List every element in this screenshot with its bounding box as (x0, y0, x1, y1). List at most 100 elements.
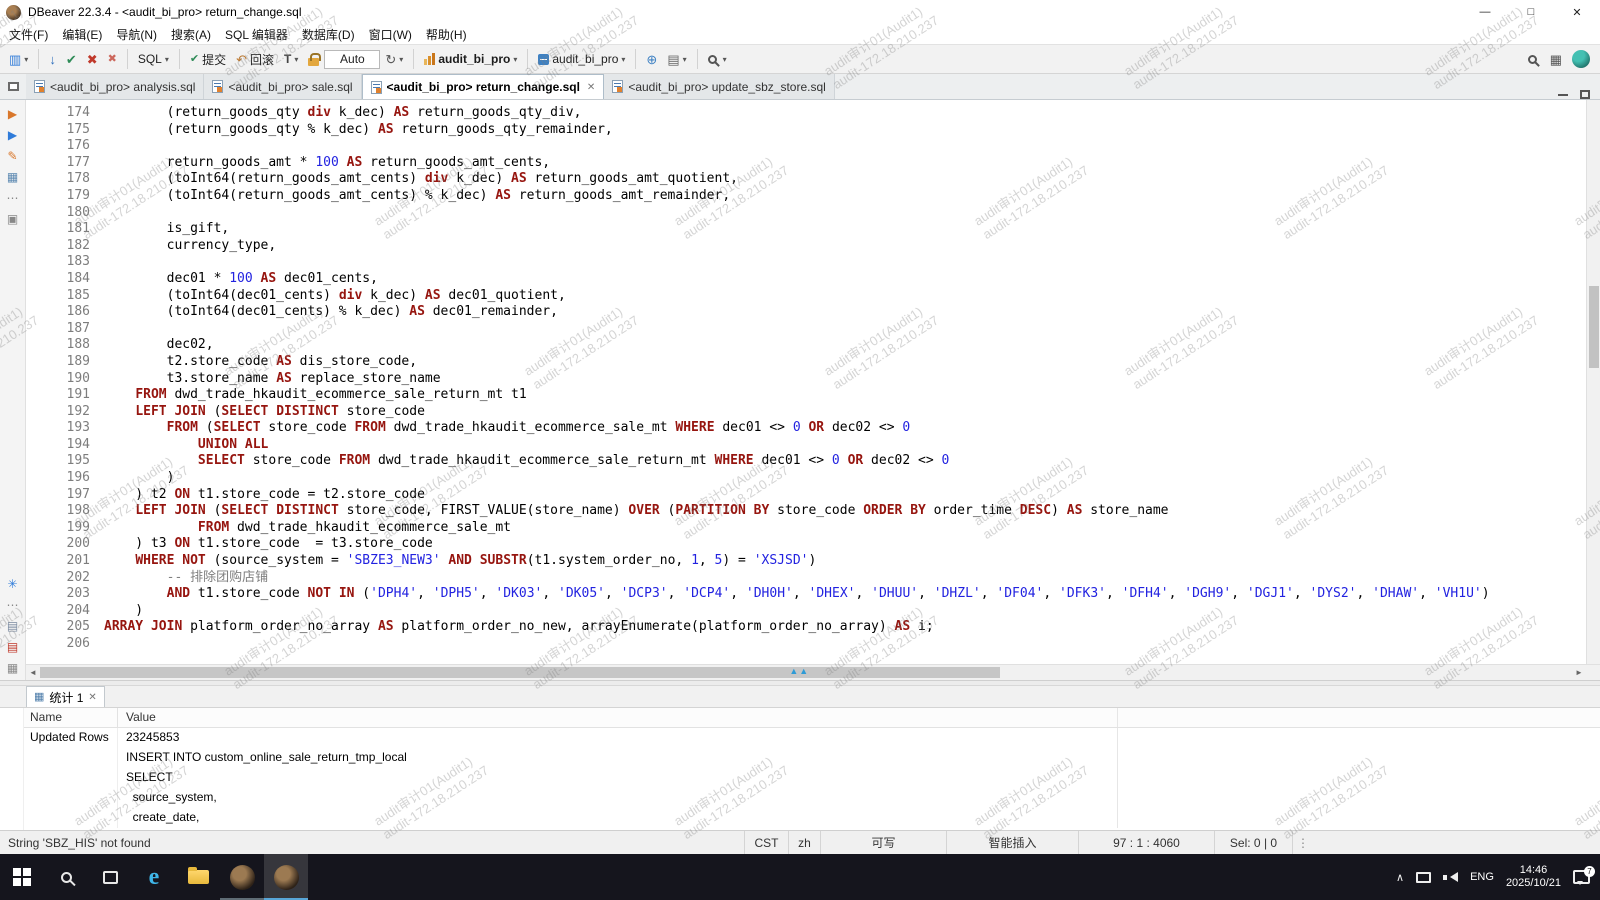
scroll-left-icon[interactable]: ◄ (26, 665, 40, 680)
horizontal-scrollbar[interactable]: ◄ ▲▲ ► (26, 664, 1600, 680)
notification-center-icon[interactable]: 7 (1573, 870, 1590, 884)
code-line[interactable]: 184 dec01 * 100 AS dec01_cents, (26, 271, 1600, 288)
status-selection[interactable]: Sel: 0 | 0 (1214, 831, 1292, 854)
code-line[interactable]: 179 (toInt64(return_goods_amt_cents) % k… (26, 188, 1600, 205)
code-line[interactable]: 205ARRAY JOIN platform_order_no_array AS… (26, 619, 1600, 636)
code-line[interactable]: 202 -- 排除团购店铺 (26, 570, 1600, 587)
code-line[interactable]: 201 WHERE NOT (source_system = 'SBZE3_NE… (26, 553, 1600, 570)
stats-column-name[interactable]: Name (24, 708, 118, 727)
minimize-button[interactable]: — (1462, 0, 1508, 24)
code-line[interactable]: 200 ) t3 ON t1.store_code = t3.store_cod… (26, 536, 1600, 553)
quick-search-icon[interactable] (1528, 55, 1537, 64)
vertical-scrollbar[interactable] (1586, 100, 1600, 664)
more-dots-icon[interactable]: ⋯ (7, 599, 19, 611)
file-explorer-button[interactable] (176, 854, 220, 900)
code-line[interactable]: 194 UNION ALL (26, 437, 1600, 454)
editor-tab-4[interactable]: <audit_bi_pro> update_sbz_store.sql (604, 74, 834, 99)
code-line[interactable]: 191 FROM dwd_trade_hkaudit_ecommerce_sal… (26, 387, 1600, 404)
execute-check-button[interactable]: ✔ (62, 51, 81, 68)
export-button[interactable]: ▤ ▾ (663, 51, 690, 68)
editor-tab-1[interactable]: <audit_bi_pro> analysis.sql (26, 74, 204, 99)
code-line[interactable]: 188 dec02, (26, 337, 1600, 354)
start-button[interactable] (0, 854, 44, 900)
code-line[interactable]: 195 SELECT store_code FROM dwd_trade_hka… (26, 453, 1600, 470)
cancel-all-button[interactable]: ✖ (104, 51, 121, 68)
stats-row-5[interactable]: create_date, (24, 808, 1600, 828)
run-statement-icon[interactable]: ▶ (8, 129, 17, 141)
status-insert-mode[interactable]: 智能插入 (946, 831, 1078, 854)
dbeaver-taskbar-button-2[interactable] (264, 854, 308, 900)
code-line[interactable]: 186 (toInt64(dec01_cents) % k_dec) AS de… (26, 304, 1600, 321)
scroll-markers-icon[interactable]: ▲▲ (789, 666, 809, 676)
code-line[interactable]: 174 (return_goods_qty div k_dec) AS retu… (26, 105, 1600, 122)
editor-tab-2[interactable]: <audit_bi_pro> sale.sql (204, 74, 361, 99)
taskbar-search-button[interactable] (44, 854, 88, 900)
navigate-button[interactable]: ⊕ (642, 51, 661, 68)
grid-icon[interactable]: ▦ (7, 662, 18, 674)
code-line[interactable]: 181 is_gift, (26, 221, 1600, 238)
code-line[interactable]: 192 LEFT JOIN (SELECT DISTINCT store_cod… (26, 404, 1600, 421)
transaction-mode-button[interactable]: T ▾ (280, 50, 302, 68)
code-line[interactable]: 182 currency_type, (26, 238, 1600, 255)
code-line[interactable]: 180 (26, 205, 1600, 222)
code-line[interactable]: 176 (26, 138, 1600, 155)
dbeaver-app-icon[interactable] (6, 5, 21, 20)
edit-sql-icon[interactable]: ✎ (7, 150, 17, 162)
run-script-icon[interactable]: ▶ (8, 108, 17, 120)
document-icon[interactable]: ▤ (7, 620, 18, 632)
new-sql-editor-button[interactable]: ▥ ▾ (5, 51, 32, 68)
code-line[interactable]: 185 (toInt64(dec01_cents) div k_dec) AS … (26, 288, 1600, 305)
document-error-icon[interactable]: ▤ (7, 641, 18, 653)
cancel-execution-button[interactable]: ✖ (83, 51, 102, 68)
maximize-button[interactable]: □ (1508, 0, 1554, 24)
horizontal-scroll-thumb[interactable] (40, 667, 1000, 678)
tab-close-icon[interactable]: ✕ (587, 82, 595, 93)
tray-expand-icon[interactable]: ∧ (1396, 871, 1404, 884)
menu-item-3[interactable]: 导航(N) (109, 25, 164, 44)
code-line[interactable]: 204 ) (26, 603, 1600, 620)
minimize-view-icon[interactable] (1558, 94, 1568, 96)
rollback-button[interactable]: ↶ 回滚 (232, 49, 278, 70)
result-grid-icon[interactable]: ▦ (7, 171, 18, 183)
stats-column-value[interactable]: Value (118, 708, 1118, 727)
vertical-scroll-thumb[interactable] (1589, 286, 1599, 368)
code-line[interactable]: 183 (26, 254, 1600, 271)
code-line[interactable]: 206 (26, 636, 1600, 653)
dbeaver-taskbar-button-1[interactable] (220, 854, 264, 900)
fetch-next-button[interactable]: ↓ (45, 51, 60, 68)
menu-item-5[interactable]: SQL 编辑器 (218, 25, 295, 44)
status-language[interactable]: zh (788, 831, 820, 854)
stats-row-4[interactable]: source_system, (24, 788, 1600, 808)
menu-item-4[interactable]: 搜索(A) (164, 25, 218, 44)
panel-icon[interactable]: ▣ (7, 213, 18, 225)
task-view-button[interactable] (88, 854, 132, 900)
taskbar-clock[interactable]: 14:46 2025/10/21 (1506, 864, 1561, 890)
code-line[interactable]: 189 t2.store_code AS dis_store_code, (26, 354, 1600, 371)
perspective-icon[interactable]: ▦ (1550, 53, 1562, 66)
code-line[interactable]: 187 (26, 321, 1600, 338)
maximize-view-icon[interactable] (1580, 90, 1590, 99)
volume-icon[interactable] (1443, 871, 1458, 884)
restore-panel-button[interactable] (0, 74, 26, 99)
menu-item-2[interactable]: 编辑(E) (55, 25, 109, 44)
stats-row-1[interactable]: Updated Rows23245853 (24, 728, 1600, 748)
settings-icon[interactable]: ✳ (7, 578, 17, 590)
user-avatar[interactable] (1572, 50, 1590, 68)
menu-item-7[interactable]: 窗口(W) (362, 25, 419, 44)
lock-button[interactable] (304, 51, 323, 68)
editor-tab-3[interactable]: <audit_bi_pro> return_change.sql✕ (362, 74, 605, 99)
code-line[interactable]: 198 LEFT JOIN (SELECT DISTINCT store_cod… (26, 503, 1600, 520)
stats-tab-close-icon[interactable]: ✕ (88, 692, 96, 703)
status-timezone[interactable]: CST (744, 831, 788, 854)
schema-selector[interactable]: audit_bi_pro ▾ (534, 50, 629, 68)
code-line[interactable]: 199 FROM dwd_trade_hkaudit_ecommerce_sal… (26, 520, 1600, 537)
edge-browser-button[interactable]: e (132, 854, 176, 900)
menu-item-6[interactable]: 数据库(D) (295, 25, 362, 44)
status-caret-position[interactable]: 97 : 1 : 4060 (1078, 831, 1214, 854)
menu-item-8[interactable]: 帮助(H) (419, 25, 474, 44)
code-line[interactable]: 190 t3.store_name AS replace_store_name (26, 371, 1600, 388)
scroll-right-icon[interactable]: ► (1572, 665, 1586, 680)
code-line[interactable]: 193 FROM (SELECT store_code FROM dwd_tra… (26, 420, 1600, 437)
connection-selector[interactable]: audit_bi_pro ▾ (420, 50, 521, 68)
auto-refresh-button[interactable]: ↻ ▾ (381, 51, 407, 68)
